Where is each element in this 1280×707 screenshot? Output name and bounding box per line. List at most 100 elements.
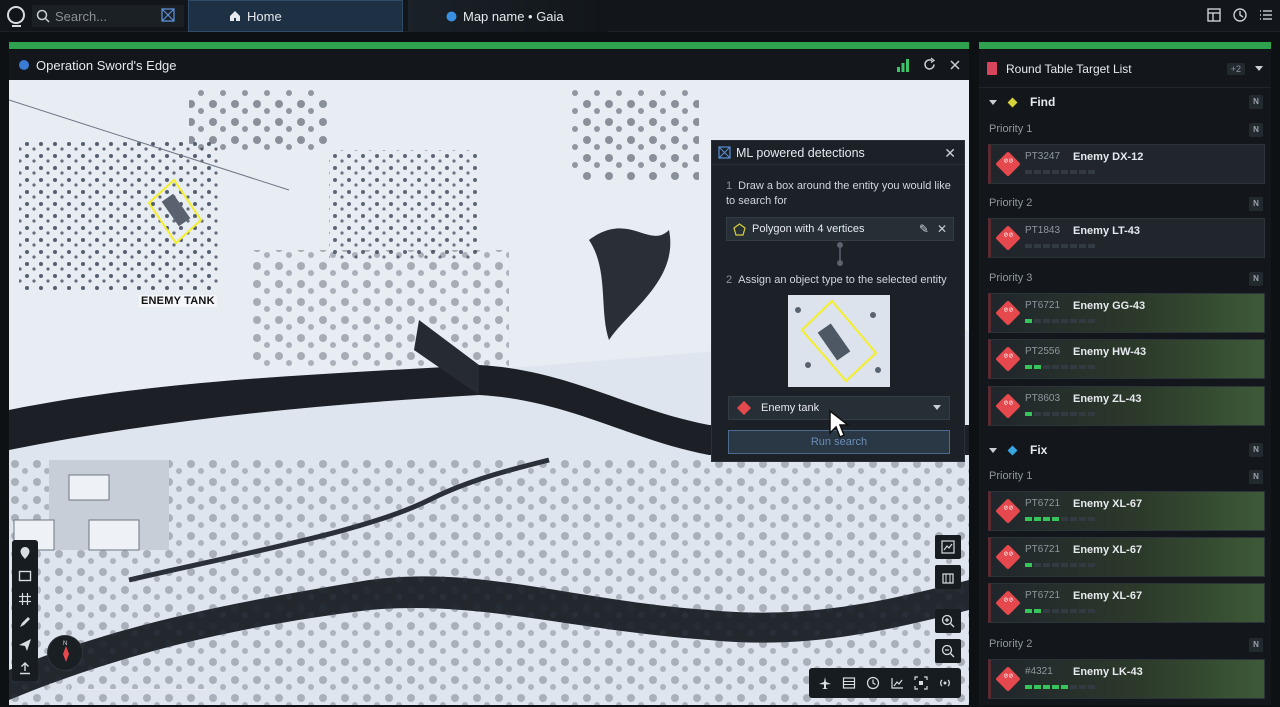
progress-segment xyxy=(1043,685,1050,689)
history-icon[interactable] xyxy=(1232,7,1248,23)
list-status-bar xyxy=(979,42,1271,49)
app-logo-icon[interactable] xyxy=(7,6,25,27)
target-card[interactable]: PT6721 Enemy XL-67 xyxy=(988,491,1265,531)
target-id: PT6721 xyxy=(1025,544,1061,555)
progress-segment xyxy=(1070,563,1077,567)
progress-bar xyxy=(1025,170,1095,174)
pin-icon[interactable] xyxy=(18,546,32,560)
airplane-icon[interactable] xyxy=(817,675,833,691)
target-card[interactable]: PT6721 Enemy XL-67 xyxy=(988,537,1265,577)
new-badge: N xyxy=(1249,638,1263,652)
compass-icon[interactable]: N xyxy=(47,635,83,671)
new-badge: N xyxy=(1249,272,1263,286)
step-1-text: Draw a box around the entity you would l… xyxy=(726,180,951,207)
clock-icon[interactable] xyxy=(865,675,881,691)
focus-icon[interactable] xyxy=(913,675,929,691)
step-2: 2 Assign an object type to the selected e… xyxy=(726,273,947,288)
upload-icon[interactable] xyxy=(18,661,32,675)
target-id: PT6721 xyxy=(1025,498,1061,509)
polygon-icon xyxy=(733,222,746,236)
tab-map[interactable]: Map name • Gaia xyxy=(408,0,608,32)
edit-icon[interactable]: ✎ xyxy=(919,222,929,236)
map-globe-icon xyxy=(19,60,29,70)
zoom-out-icon[interactable] xyxy=(935,639,961,663)
progress-segment xyxy=(1079,517,1086,521)
target-card[interactable]: #4321 Enemy LK-43 xyxy=(988,659,1265,699)
progress-segment xyxy=(1079,244,1086,248)
refresh-icon[interactable] xyxy=(922,57,937,75)
rectangle-icon[interactable] xyxy=(18,569,32,583)
table-icon[interactable] xyxy=(841,675,857,691)
progress-segment xyxy=(1034,563,1041,567)
progress-segment xyxy=(1043,244,1050,248)
tab-home-label: Home xyxy=(247,8,282,24)
progress-segment xyxy=(1034,170,1041,174)
map-layers-icon[interactable] xyxy=(935,535,961,559)
target-card[interactable]: PT2556 Enemy HW-43 xyxy=(988,339,1265,379)
zoom-in-icon[interactable] xyxy=(935,609,961,633)
progress-segment xyxy=(1070,170,1077,174)
enemy-diamond-icon xyxy=(736,400,752,416)
target-id: #4321 xyxy=(1025,666,1053,677)
object-type-value: Enemy tank xyxy=(761,402,820,414)
section-fix[interactable]: Fix N xyxy=(979,439,1271,461)
polygon-selection[interactable]: Polygon with 4 vertices ✎ ✕ xyxy=(726,217,954,241)
chart-icon[interactable] xyxy=(889,675,905,691)
close-map-icon[interactable] xyxy=(949,59,961,74)
priority-label: Priority 1 xyxy=(989,470,1033,482)
search-input[interactable]: Search... xyxy=(55,9,107,24)
progress-segment xyxy=(1079,563,1086,567)
search-box[interactable]: Search... xyxy=(32,5,184,27)
progress-segment xyxy=(1088,319,1095,323)
enemy-target-icon xyxy=(995,346,1021,372)
target-id: PT8603 xyxy=(1025,393,1061,404)
progress-segment xyxy=(1061,170,1068,174)
progress-segment xyxy=(1034,412,1041,416)
enemy-target-icon xyxy=(995,151,1021,177)
progress-bar xyxy=(1025,563,1095,567)
target-card[interactable]: PT1843 Enemy LT-43 xyxy=(988,218,1265,258)
progress-segment xyxy=(1034,319,1041,323)
enemy-target-icon xyxy=(995,225,1021,251)
draw-icon[interactable] xyxy=(18,615,32,629)
building-icon[interactable] xyxy=(935,565,961,589)
target-list-header: Round Table Target List +2 xyxy=(979,50,1271,88)
tab-home[interactable]: Home xyxy=(188,0,403,32)
new-badge: N xyxy=(1249,197,1263,211)
priority-label: Priority 1 xyxy=(989,123,1033,135)
new-badge: N xyxy=(1249,470,1263,484)
target-name: Enemy LT-43 xyxy=(1073,225,1141,237)
scale-label: 400m xyxy=(47,682,70,692)
list-icon[interactable] xyxy=(1258,7,1274,23)
section-find[interactable]: Find N xyxy=(979,91,1271,113)
progress-segment xyxy=(1043,563,1050,567)
top-bar: Search... Home Map name • Gaia xyxy=(0,0,1280,32)
progress-segment xyxy=(1070,412,1077,416)
progress-segment xyxy=(1061,365,1068,369)
target-card[interactable]: PT6721 Enemy GG-43 xyxy=(988,293,1265,333)
ml-panel-title: ML powered detections xyxy=(736,145,865,160)
target-card[interactable]: PT6721 Enemy XL-67 xyxy=(988,583,1265,623)
progress-segment xyxy=(1043,170,1050,174)
target-name: Enemy HW-43 xyxy=(1073,346,1147,358)
enemy-target-icon xyxy=(995,590,1021,616)
grid-icon[interactable] xyxy=(18,592,32,606)
target-card[interactable]: PT8603 Enemy ZL-43 xyxy=(988,386,1265,426)
target-card[interactable]: PT3247 Enemy DX-12 xyxy=(988,144,1265,184)
object-search-icon[interactable] xyxy=(161,8,175,22)
layout-icon[interactable] xyxy=(1206,7,1222,23)
progress-segment xyxy=(1061,517,1068,521)
broadcast-icon[interactable] xyxy=(937,675,953,691)
chevron-down-icon[interactable] xyxy=(1255,66,1263,71)
close-icon[interactable]: ✕ xyxy=(944,145,956,162)
navigate-icon[interactable] xyxy=(18,638,32,652)
progress-segment xyxy=(1079,685,1086,689)
document-icon xyxy=(987,62,997,75)
progress-segment xyxy=(1025,517,1032,521)
priority-label: Priority 2 xyxy=(989,638,1033,650)
target-name: Enemy XL-67 xyxy=(1073,544,1143,556)
progress-segment xyxy=(1061,563,1068,567)
signal-icon[interactable] xyxy=(896,58,910,75)
remove-polygon-icon[interactable]: ✕ xyxy=(937,222,947,236)
progress-segment xyxy=(1070,244,1077,248)
